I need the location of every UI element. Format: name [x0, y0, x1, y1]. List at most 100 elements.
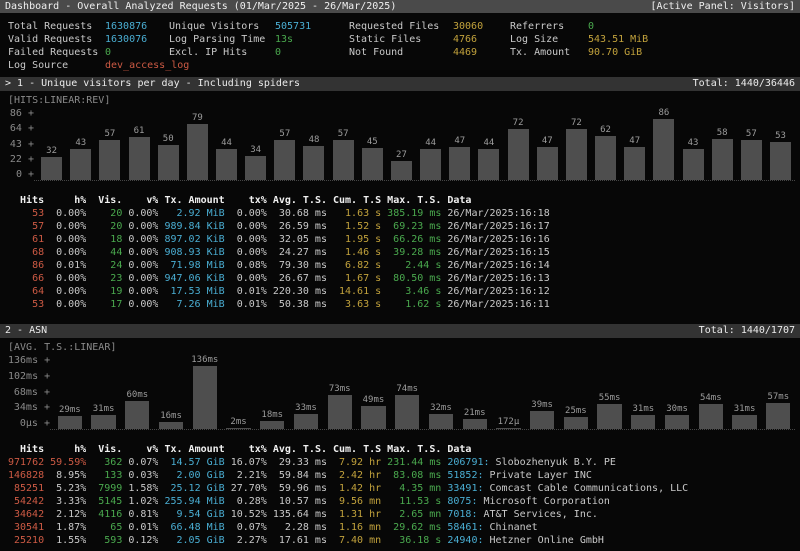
- bar-value-label: 33ms: [295, 403, 317, 414]
- table-cell: 23: [92, 272, 122, 285]
- summary-value: 30060: [453, 20, 510, 33]
- bar: [624, 147, 645, 180]
- table-cell: 7999: [92, 482, 122, 495]
- summary-value: 1630076: [105, 33, 169, 46]
- summary-value: 0: [588, 20, 792, 33]
- table-cell: 897.02 KiB: [164, 233, 224, 246]
- panel-2-header[interactable]: 2 - ASN Total: 1440/1707: [0, 324, 800, 338]
- bar: [395, 395, 419, 429]
- bar: [537, 147, 558, 180]
- chart-bar: 58: [708, 128, 737, 180]
- chart-bar: 2ms: [222, 417, 256, 429]
- column-header[interactable]: Tx. Amount: [164, 443, 224, 456]
- chart-bar: 21ms: [458, 408, 492, 429]
- table-cell: 0.01%: [231, 298, 267, 311]
- table-row[interactable]: 252101.55%5930.12%2.05 GiB2.27%17.61 ms7…: [0, 534, 800, 547]
- table-cell: 20: [92, 207, 122, 220]
- table-cell-data: 51852: Private Layer INC: [447, 469, 792, 482]
- column-header[interactable]: Avg. T.S.: [273, 194, 327, 207]
- column-header[interactable]: Max. T.S.: [387, 194, 441, 207]
- table-row[interactable]: 97176259.59%3620.07%14.57 GiB16.07%29.33…: [0, 456, 800, 469]
- table-cell: 57: [8, 220, 44, 233]
- panel-1-title: > 1 - Unique visitors per day - Includin…: [5, 77, 300, 91]
- bar-value-label: 57ms: [767, 392, 789, 403]
- column-header[interactable]: Tx. Amount: [164, 194, 224, 207]
- table-cell: 1.31 hr: [333, 508, 381, 521]
- chart-bar: 34: [241, 145, 270, 180]
- table-cell: 30541: [8, 521, 44, 534]
- table-cell: 0.00%: [128, 298, 158, 311]
- table-cell: 14.61 s: [333, 285, 381, 298]
- bar: [129, 137, 150, 180]
- bar-value-label: 34: [250, 145, 261, 156]
- bar-value-label: 72: [571, 118, 582, 129]
- bar-value-label: 79: [192, 113, 203, 124]
- y-axis: 136ms +102ms +68ms +34ms +0μs +: [8, 354, 50, 430]
- panel-2-total: Total: 1440/1707: [699, 324, 795, 338]
- table-row[interactable]: 860.01%240.00%71.98 MiB0.08%79.30 ms6.82…: [0, 259, 800, 272]
- table-cell: 2.21%: [231, 469, 267, 482]
- goaccess-dashboard: Dashboard - Overall Analyzed Requests (0…: [0, 0, 800, 551]
- column-header[interactable]: tx%: [231, 443, 267, 456]
- table-cell: 65: [92, 521, 122, 534]
- table-cell: 0.28%: [231, 495, 267, 508]
- table-row[interactable]: 530.00%200.00%2.92 MiB0.00%30.68 ms1.63 …: [0, 207, 800, 220]
- bar: [260, 421, 284, 429]
- column-header[interactable]: h%: [50, 194, 86, 207]
- table-cell-data: 7018: AT&T Services, Inc.: [447, 508, 792, 521]
- column-header[interactable]: tx%: [231, 194, 267, 207]
- table-row[interactable]: 680.00%440.00%908.93 KiB0.00%24.27 ms1.4…: [0, 246, 800, 259]
- chart-bar: 57: [270, 129, 299, 180]
- table-cell: 50.38 ms: [273, 298, 327, 311]
- table-row[interactable]: 640.00%190.00%17.53 MiB0.01%220.30 ms14.…: [0, 285, 800, 298]
- chart-bar: 32: [37, 146, 66, 180]
- column-header[interactable]: v%: [128, 443, 158, 456]
- summary-label: Unique Visitors: [169, 20, 275, 33]
- table-cell: 32.05 ms: [273, 233, 327, 246]
- bar: [597, 404, 621, 429]
- table-row[interactable]: 542423.33%51451.02%255.94 MiB0.28%10.57 …: [0, 495, 800, 508]
- asn-table: Hits h% Vis. v% Tx. Amount tx% Avg. T.S. Cum. T…: [0, 443, 800, 547]
- table-cell: 231.44 ms: [387, 456, 441, 469]
- table-cell: 0.00%: [231, 207, 267, 220]
- table-row[interactable]: 852515.23%79991.58%25.12 GiB27.70%59.96 …: [0, 482, 800, 495]
- table-row[interactable]: 346422.12%41160.81%9.54 GiB10.52%135.64 …: [0, 508, 800, 521]
- chart-bar: 48: [299, 135, 328, 180]
- table-cell: 5.23%: [50, 482, 86, 495]
- table-row[interactable]: 570.00%200.00%989.84 KiB0.00%26.59 ms1.5…: [0, 220, 800, 233]
- column-header[interactable]: Max. T.S.: [387, 443, 441, 456]
- column-header[interactable]: Hits: [8, 443, 44, 456]
- visitors-table-body: 530.00%200.00%2.92 MiB0.00%30.68 ms1.63 …: [0, 207, 800, 311]
- table-row[interactable]: 530.00%170.00%7.26 MiB0.01%50.38 ms3.63 …: [0, 298, 800, 311]
- table-cell: 220.30 ms: [273, 285, 327, 298]
- column-header[interactable]: v%: [128, 194, 158, 207]
- column-header[interactable]: Vis.: [92, 194, 122, 207]
- summary-value: 0: [275, 46, 349, 59]
- bar: [595, 136, 616, 180]
- summary-value: 4469: [453, 46, 510, 59]
- column-header[interactable]: Cum. T.S.: [333, 194, 381, 207]
- column-header[interactable]: Hits: [8, 194, 44, 207]
- column-header[interactable]: Cum. T.S.: [333, 443, 381, 456]
- table-row[interactable]: 305411.87%650.01%66.48 MiB0.07%2.28 ms1.…: [0, 521, 800, 534]
- chart-bar: 27: [387, 150, 416, 180]
- column-header[interactable]: Vis.: [92, 443, 122, 456]
- bar: [631, 415, 655, 429]
- table-cell: 8.95%: [50, 469, 86, 482]
- bar: [274, 140, 295, 180]
- column-header[interactable]: Data: [447, 194, 792, 207]
- table-row[interactable]: 1468288.95%1330.03%2.00 GiB2.21%59.84 ms…: [0, 469, 800, 482]
- table-cell: 2.92 MiB: [164, 207, 224, 220]
- chart-bar: 31ms: [626, 404, 660, 429]
- table-row[interactable]: 660.00%230.00%947.06 KiB0.00%26.67 ms1.6…: [0, 272, 800, 285]
- column-header[interactable]: Avg. T.S.: [273, 443, 327, 456]
- panel-1-header[interactable]: > 1 - Unique visitors per day - Includin…: [0, 77, 800, 91]
- table-cell: 0.01%: [50, 259, 86, 272]
- column-header[interactable]: h%: [50, 443, 86, 456]
- chart-axis-label: [AVG. T.S.:LINEAR]: [8, 341, 795, 354]
- column-header[interactable]: Data: [447, 443, 792, 456]
- table-row[interactable]: 610.00%180.00%897.02 KiB0.00%32.05 ms1.9…: [0, 233, 800, 246]
- table-cell: 0.00%: [128, 233, 158, 246]
- y-axis-tick: 34ms +: [8, 401, 50, 414]
- bar-value-label: 74ms: [396, 384, 418, 395]
